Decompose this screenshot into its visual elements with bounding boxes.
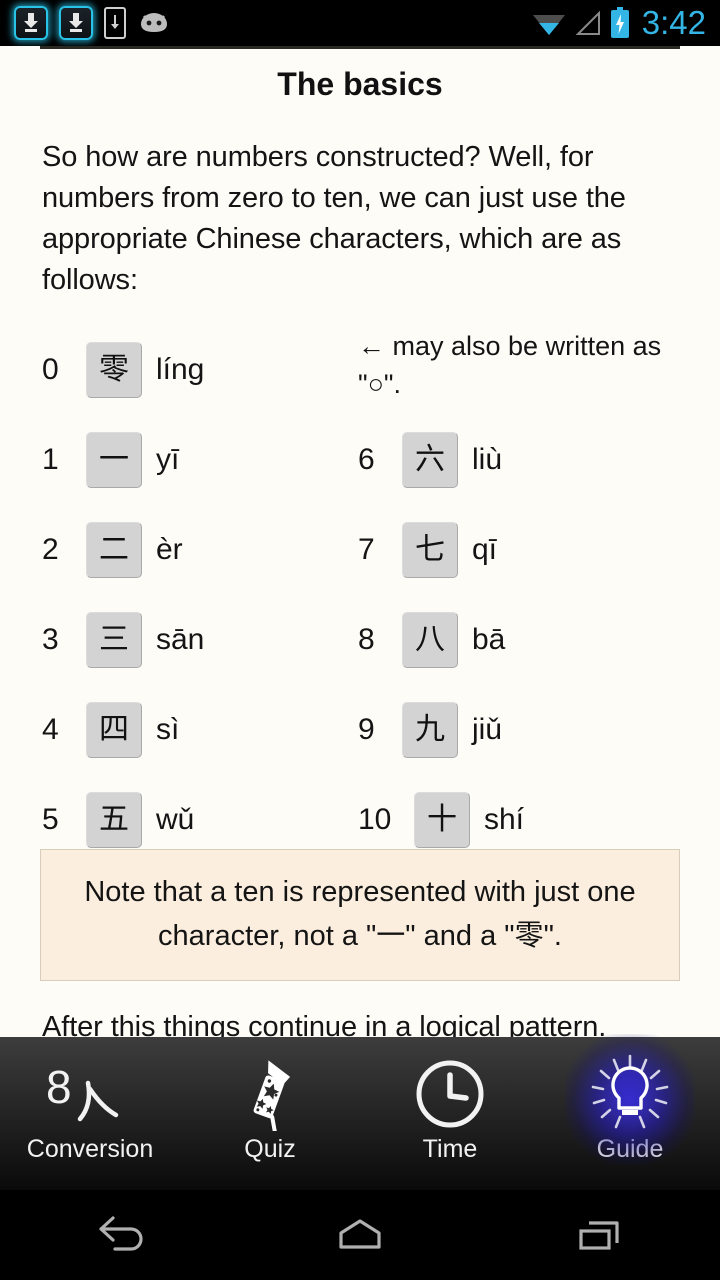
chinese-character-box: 四 (86, 702, 142, 758)
clock-icon (413, 1055, 487, 1133)
pinyin-label: liù (472, 443, 503, 476)
number-column-left: 0 零 líng 1 一 yī 2 二 èr 3 三 sān 4 四 sì 5 五 wǔ (42, 325, 204, 865)
number-digit: 5 (42, 803, 59, 836)
tab-time[interactable]: Time (360, 1037, 540, 1190)
number-digit: 9 (358, 713, 375, 746)
number-row: 2 二 èr (42, 505, 204, 595)
pinyin-label: shí (484, 803, 525, 836)
number-digit: 2 (42, 533, 59, 566)
pinyin-label: yī (156, 443, 180, 476)
number-digit: 8 (358, 623, 375, 656)
status-bar: 3:42 (0, 0, 720, 46)
home-icon[interactable] (240, 1213, 480, 1257)
content-top-divider (40, 46, 680, 49)
tab-conversion[interactable]: 8 Conversion (0, 1037, 180, 1190)
number-row: 9 九 jiǔ (358, 685, 524, 775)
number-digit: 7 (358, 533, 375, 566)
tab-label-conversion: Conversion (26, 1135, 154, 1163)
chinese-character-box: 二 (86, 522, 142, 578)
tab-label-guide: Guide (596, 1135, 664, 1163)
pinyin-label: qī (472, 533, 498, 566)
number-row: 6 六 liù (358, 415, 524, 505)
back-icon[interactable] (0, 1213, 240, 1257)
chinese-character-box: 一 (86, 432, 142, 488)
number-row: 1 一 yī (42, 415, 204, 505)
recents-icon[interactable] (480, 1213, 720, 1257)
chinese-character-box: 六 (402, 432, 458, 488)
number-character-grid: 0 零 líng 1 一 yī 2 二 èr 3 三 sān 4 四 sì 5 五 wǔ 6 六 liù 7 七 qī 8 八 b… (0, 325, 720, 848)
number-row: 5 五 wǔ (42, 775, 204, 865)
phone-download-icon (104, 7, 126, 39)
number-digit: 4 (42, 713, 59, 746)
conversion-icon: 8 (44, 1055, 136, 1133)
status-bar-notifications (14, 6, 171, 40)
android-navigation-bar (0, 1190, 720, 1280)
number-row: 10 十 shí (358, 775, 524, 865)
download-complete-badge-icon (59, 6, 93, 40)
number-row: 3 三 sān (42, 595, 204, 685)
callout-note-box: Note that a ten is represented with just… (40, 849, 680, 981)
wifi-icon (532, 15, 565, 35)
chinese-character-box: 十 (414, 792, 470, 848)
pinyin-label: wǔ (156, 803, 195, 836)
status-bar-clock: 3:42 (641, 4, 706, 41)
battery-charging-icon (610, 7, 629, 38)
chinese-character-box: 九 (402, 702, 458, 758)
pinyin-label: sān (156, 623, 205, 656)
number-digit: 0 (42, 353, 59, 386)
guide-content-scroll[interactable]: The basics So how are numbers constructe… (0, 46, 720, 1037)
tab-label-time: Time (422, 1135, 478, 1163)
number-row: 0 零 líng (42, 325, 204, 415)
number-digit: 6 (358, 443, 375, 476)
zero-side-note: ← may also be written as "○". (358, 331, 662, 399)
chinese-character-box: 八 (402, 612, 458, 668)
android-mascot-icon (141, 13, 167, 32)
number-column-right: 6 六 liù 7 七 qī 8 八 bā 9 九 jiǔ 10 十 shí (358, 415, 524, 865)
tab-label-quiz: Quiz (244, 1135, 296, 1163)
svg-text:8: 8 (46, 1063, 72, 1113)
download-complete-badge-icon (14, 6, 48, 40)
pinyin-label: líng (156, 353, 205, 386)
chinese-character-box: 三 (86, 612, 142, 668)
cell-signal-icon (575, 10, 600, 35)
lightbulb-icon (565, 1034, 695, 1165)
intro-paragraph: So how are numbers constructed? Well, fo… (42, 141, 626, 296)
number-digit: 1 (42, 443, 59, 476)
number-row: 7 七 qī (358, 505, 524, 595)
pinyin-label: bā (472, 623, 506, 656)
tab-guide[interactable]: Guide (540, 1034, 720, 1190)
number-digit: 10 (358, 803, 392, 836)
pinyin-label: sì (156, 713, 180, 746)
page-title: The basics (277, 66, 443, 102)
number-digit: 3 (42, 623, 59, 656)
number-row: 8 八 bā (358, 595, 524, 685)
chinese-character-box: 七 (402, 522, 458, 578)
bottom-tab-bar: 8 Conversion Quiz Time Guide (0, 1034, 720, 1190)
chinese-character-box: 五 (86, 792, 142, 848)
number-row: 4 四 sì (42, 685, 204, 775)
pinyin-label: jiǔ (472, 713, 503, 746)
tab-quiz[interactable]: Quiz (180, 1037, 360, 1190)
status-bar-system-icons: 3:42 (532, 6, 706, 40)
after-paragraph: After this things continue in a logical … (42, 1011, 607, 1037)
pinyin-label: èr (156, 533, 183, 566)
chinese-character-box: 零 (86, 342, 142, 398)
firework-icon (235, 1055, 305, 1133)
app-screen: 3:42 The basics So how are numbers const… (0, 0, 720, 1280)
